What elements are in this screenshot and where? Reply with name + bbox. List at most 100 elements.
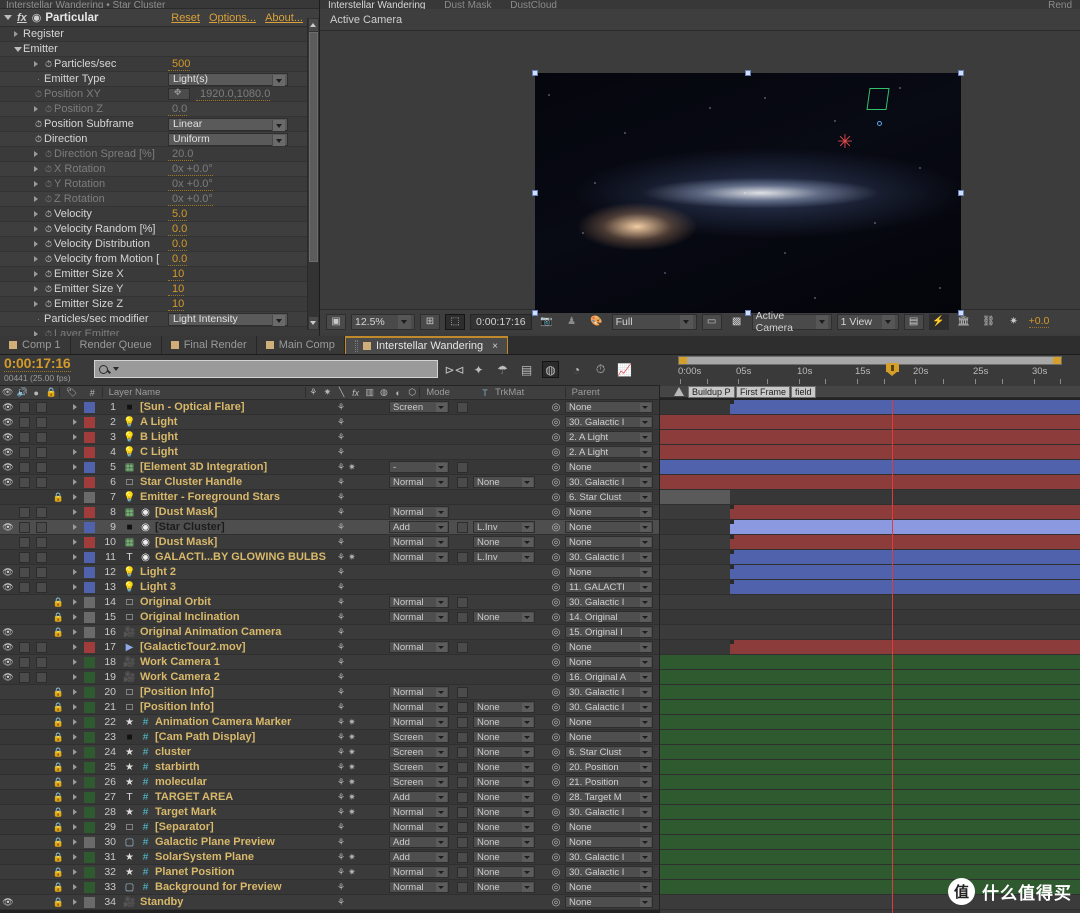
selection-handle-tm[interactable] [745, 70, 751, 76]
layer-duration-bar[interactable] [730, 505, 1080, 519]
parent-pickwhip-icon[interactable]: ◎ [547, 582, 565, 593]
layer-trkmat-toggle[interactable] [454, 551, 471, 563]
layer-audio-toggle[interactable] [16, 671, 33, 683]
comp-flowchart-icon[interactable]: ⛓ [979, 314, 999, 330]
layer-mode-cell[interactable]: Screen [386, 401, 454, 413]
layer-name[interactable]: GALACTI...BY GLOWING BULBS [153, 551, 334, 563]
blend-mode-dropdown[interactable]: Screen [389, 776, 449, 788]
timeline-row[interactable] [660, 685, 1080, 700]
layer-lock-icon[interactable]: 🔒 [50, 807, 67, 818]
effect-property-row[interactable]: ⏱ Emitter Size Z 10 [0, 297, 319, 312]
layer-expand-triangle[interactable] [67, 569, 82, 575]
layer-lock-icon[interactable]: 🔒 [50, 822, 67, 833]
table-row[interactable]: 👁 🔒 16 🎥 Original Animation Camera ⚘ ◎ 1… [0, 625, 660, 640]
layer-name[interactable]: Target Mark [153, 806, 334, 818]
viewer-tab-dustmask[interactable]: Dust Mask [436, 0, 499, 9]
layer-trkmat-toggle[interactable] [454, 791, 471, 803]
layer-list[interactable]: 👁 1 ■ [Sun - Optical Flare] ⚘ Screen ◎ N… [0, 400, 660, 913]
parent-pickwhip-icon[interactable]: ◎ [547, 687, 565, 698]
layer-label-color[interactable] [82, 566, 97, 578]
fast-previews-icon[interactable]: ⚡ [928, 313, 949, 330]
table-row[interactable]: 🔒 33 ▢ # Background for Preview ⚘ Normal… [0, 880, 660, 895]
parent-pickwhip-icon[interactable]: ◎ [547, 717, 565, 728]
timeline-row[interactable] [660, 730, 1080, 745]
stopwatch-icon[interactable]: ⏱ [43, 239, 54, 250]
layer-expand-triangle[interactable] [67, 764, 82, 770]
layer-solo-toggle[interactable] [33, 431, 50, 443]
selection-handle-ml[interactable] [532, 190, 538, 196]
table-row[interactable]: 🔒 14 □ Original Orbit ⚘ Normal ◎ 30. Gal… [0, 595, 660, 610]
layer-switches[interactable]: ⚘ [334, 672, 386, 683]
property-value[interactable]: 0x +0.0° [168, 178, 213, 191]
layer-name[interactable]: Light 2 [138, 566, 334, 578]
exposure-icon[interactable]: ✷ [1004, 314, 1024, 330]
selection-handle-bm[interactable] [745, 310, 751, 316]
layer-duration-bar[interactable] [730, 565, 1080, 579]
table-row[interactable]: 10 ▦ ◉ [Dust Mask] ⚘ Normal None ◎ None [0, 535, 660, 550]
effect-property-row[interactable]: ⏱ Direction Spread [%] 20.0 [0, 147, 319, 162]
table-row[interactable]: 🔒 31 ★ # SolarSystem Plane ⚘ ✷ Add None … [0, 850, 660, 865]
layer-name[interactable]: [Dust Mask] [153, 536, 334, 548]
motion-blur-switch-icon[interactable]: ✷ [348, 807, 356, 818]
selection-handle-tl[interactable] [532, 70, 538, 76]
shy-switch-icon[interactable]: ⚘ [337, 582, 345, 593]
trkmat-header[interactable]: TrkMat [493, 387, 565, 398]
layer-duration-bar[interactable] [730, 640, 1080, 654]
layer-switches[interactable]: ⚘ [334, 642, 386, 653]
parent-dropdown[interactable]: None [565, 821, 653, 833]
layer-trkmat-toggle[interactable] [454, 521, 471, 533]
table-row[interactable]: 👁 19 🎥 Work Camera 2 ⚘ ◎ 16. Original A [0, 670, 660, 685]
table-row[interactable]: 👁 6 □ Star Cluster Handle ⚘ Normal None … [0, 475, 660, 490]
timeline-row[interactable] [660, 415, 1080, 430]
layer-parent-cell[interactable]: 30. Galactic I [565, 701, 660, 713]
shy-switch-icon[interactable]: ⚘ [337, 852, 345, 863]
position-picker-icon[interactable] [168, 87, 190, 100]
stopwatch-icon[interactable]: ⏱ [43, 269, 54, 280]
exposure-value[interactable]: +0.0 [1028, 315, 1050, 328]
layer-duration-bar[interactable] [730, 580, 1080, 594]
blend-mode-dropdown[interactable]: Normal [389, 506, 449, 518]
table-row[interactable]: 🔒 29 □ # [Separator] ⚘ Normal None ◎ Non… [0, 820, 660, 835]
blend-mode-dropdown[interactable]: Add [389, 851, 449, 863]
shy-switch-icon[interactable]: ⚘ [337, 537, 345, 548]
motion-blur-switch-icon[interactable]: ✷ [348, 867, 356, 878]
layer-mode-cell[interactable]: Normal [386, 476, 454, 488]
layer-label-color[interactable] [82, 641, 97, 653]
layer-duration-bar[interactable] [660, 805, 1080, 819]
timeline-row[interactable] [660, 805, 1080, 820]
scroll-thumb[interactable] [309, 32, 318, 262]
parent-dropdown[interactable]: 2. A Light [565, 431, 653, 443]
layer-expand-triangle[interactable] [67, 794, 82, 800]
layer-switches[interactable]: ⚘ ✷ [334, 552, 386, 563]
layer-parent-cell[interactable]: 6. Star Clust [565, 746, 660, 758]
shy-switch-icon[interactable]: ⚘ [337, 477, 345, 488]
layer-duration-bar[interactable] [660, 445, 1080, 459]
parent-dropdown[interactable]: 30. Galactic I [565, 866, 653, 878]
layer-expand-triangle[interactable] [67, 524, 82, 530]
layer-visibility-icon[interactable]: 👁 [0, 642, 16, 653]
table-row[interactable]: 🔒 26 ★ # molecular ⚘ ✷ Screen None ◎ 21.… [0, 775, 660, 790]
stopwatch-icon[interactable]: ⏱ [43, 299, 54, 310]
layer-duration-bar[interactable] [660, 655, 1080, 669]
layer-visibility-icon[interactable]: 👁 [0, 582, 16, 593]
layer-trkmat-toggle[interactable] [454, 881, 471, 893]
parent-pickwhip-icon[interactable]: ◎ [547, 672, 565, 683]
parent-pickwhip-icon[interactable]: ◎ [547, 432, 565, 443]
layer-audio-toggle[interactable] [16, 551, 33, 563]
layer-expand-triangle[interactable] [67, 599, 82, 605]
layer-mode-cell[interactable]: Screen [386, 746, 454, 758]
shy-switch-icon[interactable]: ⚘ [337, 837, 345, 848]
layer-audio-toggle[interactable] [16, 536, 33, 548]
layer-trkmat-cell[interactable]: None [471, 746, 547, 758]
layer-duration-bar[interactable] [660, 865, 1080, 879]
blend-mode-dropdown[interactable]: Normal [389, 536, 449, 548]
layer-expand-triangle[interactable] [67, 809, 82, 815]
timeline-row[interactable] [660, 595, 1080, 610]
timeline-row[interactable] [660, 775, 1080, 790]
view-layout-dropdown[interactable]: 1 View [836, 313, 899, 330]
layer-expand-triangle[interactable] [67, 539, 82, 545]
layer-parent-cell[interactable]: 28. Target M [565, 791, 660, 803]
table-row[interactable]: 👁 4 💡 C Light ⚘ ◎ 2. A Light [0, 445, 660, 460]
motion-blur-switch-icon[interactable]: ✷ [348, 747, 356, 758]
transparency-grid-icon[interactable]: ▩ [727, 314, 747, 330]
